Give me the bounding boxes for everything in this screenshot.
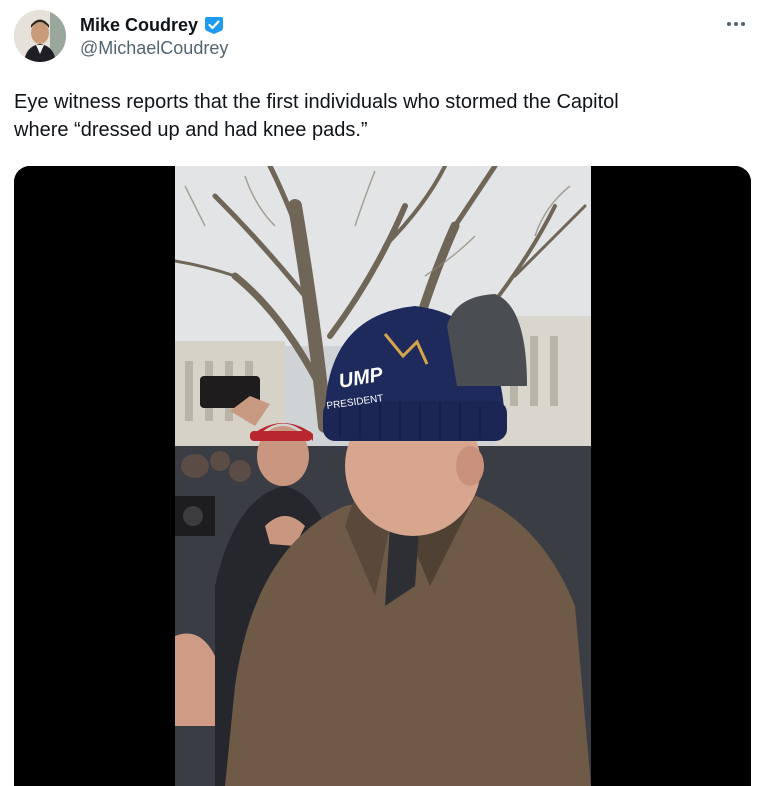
author-display-name[interactable]: Mike Coudrey [80,15,198,36]
tweet-media[interactable]: UMP PRESIDENT [14,166,751,786]
author-avatar[interactable] [14,10,66,62]
author-names: Mike Coudrey @MichaelCoudrey [80,13,228,59]
tweet-text: Eye witness reports that the first indiv… [14,91,619,141]
author-handle[interactable]: @MichaelCoudrey [80,38,228,59]
name-row: Mike Coudrey [80,13,228,37]
verified-badge-icon [203,14,225,36]
tweet-header: Mike Coudrey @MichaelCoudrey [14,10,754,66]
video-still-image: UMP PRESIDENT [14,166,751,786]
more-horizontal-icon[interactable] [722,14,750,34]
avatar-image [14,10,66,62]
tweet-card: Mike Coudrey @MichaelCoudrey Eye witness… [0,0,768,786]
